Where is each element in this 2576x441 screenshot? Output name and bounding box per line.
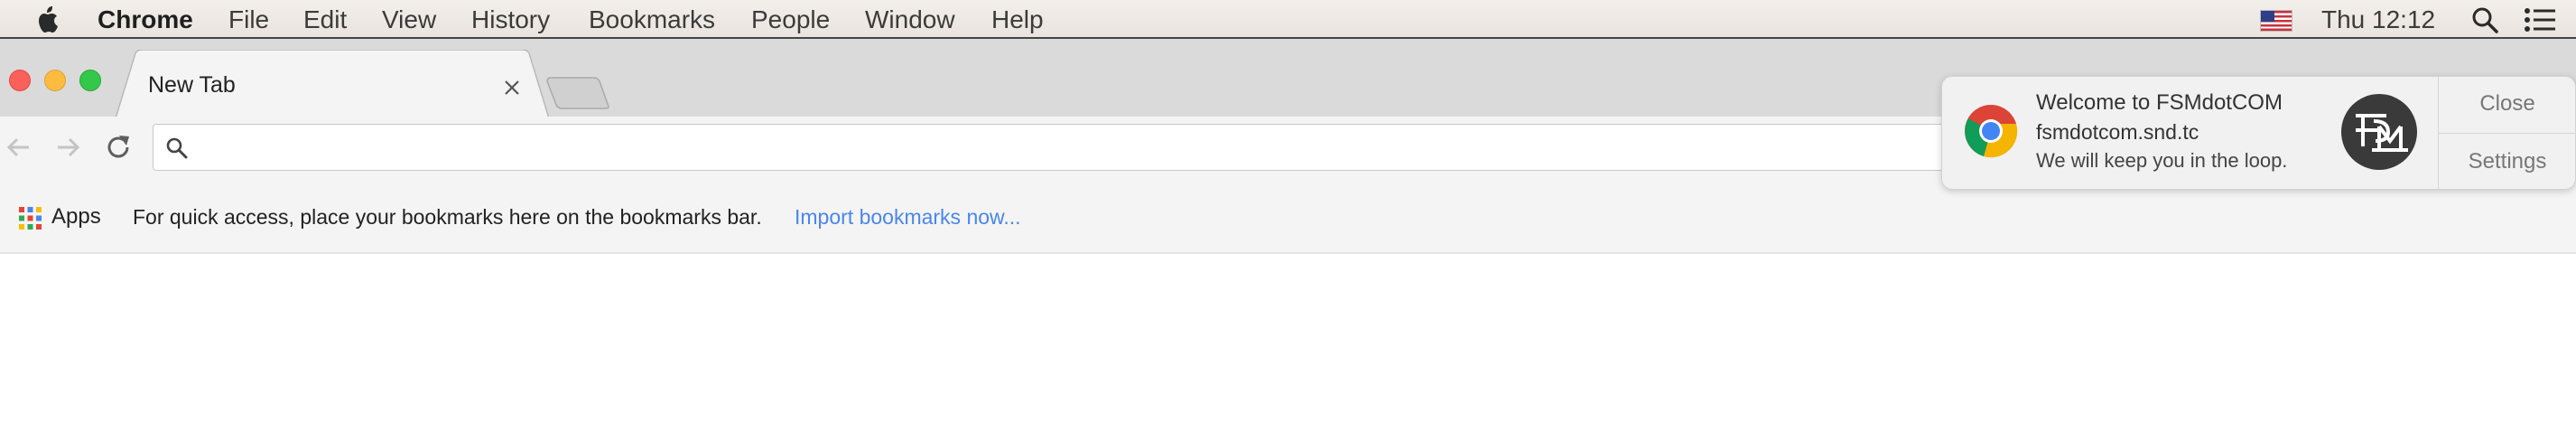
menu-window[interactable]: Window [865,0,955,39]
menu-clock[interactable]: Thu 12:12 [2321,0,2435,39]
search-icon [166,137,188,159]
menu-edit[interactable]: Edit [303,0,347,39]
spotlight-search-icon[interactable] [2471,6,2498,33]
apps-grid-icon[interactable] [18,206,42,230]
bookmarks-hint: For quick access, place your bookmarks h… [133,205,762,229]
new-tab-button[interactable] [545,76,610,110]
notification-center-icon[interactable] [2524,7,2556,33]
tab-close-icon[interactable] [502,78,522,98]
menu-bookmarks[interactable]: Bookmarks [589,0,715,39]
apps-shortcut[interactable]: Apps [51,204,101,230]
apple-icon[interactable] [34,5,63,35]
back-icon[interactable] [4,132,34,163]
menu-view[interactable]: View [382,0,436,39]
import-bookmarks-link[interactable]: Import bookmarks now... [795,205,1021,230]
forward-icon[interactable] [52,132,83,163]
chrome-logo-icon [1965,105,2018,158]
us-flag-icon[interactable] [2260,10,2292,32]
window-close-button[interactable] [9,70,31,91]
notification-title: Welcome to FSMdotCOM [2036,90,2283,115]
menu-file[interactable]: File [228,0,269,39]
window-zoom-button[interactable] [79,70,101,91]
reload-icon[interactable] [103,132,134,163]
window-minimize-button[interactable] [44,70,66,91]
menu-history[interactable]: History [471,0,550,39]
menu-help[interactable]: Help [991,0,1044,39]
menu-people[interactable]: People [751,0,830,39]
menu-app-name[interactable]: Chrome [98,0,193,39]
fsm-logo-icon [2341,94,2417,170]
tab-title: New Tab [148,72,236,98]
notification-close-button[interactable]: Close [2439,76,2576,132]
notification-message: We will keep you in the loop. [2036,149,2288,172]
notification-settings-button[interactable]: Settings [2439,134,2576,190]
notification-source: fsmdotcom.snd.tc [2036,120,2199,144]
